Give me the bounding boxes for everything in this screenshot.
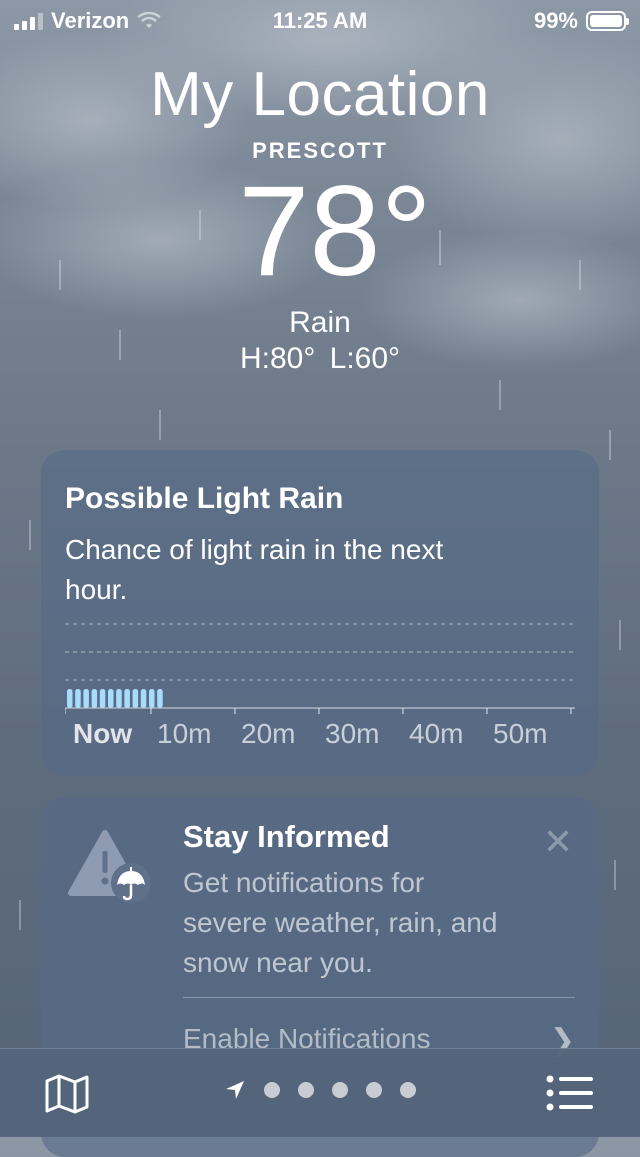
- time-label: 10m: [157, 718, 212, 749]
- time-label: 20m: [241, 718, 296, 749]
- page-dot[interactable]: [400, 1082, 416, 1098]
- notify-title: Stay Informed: [183, 819, 390, 854]
- rain-bar: [157, 689, 163, 708]
- rain-bar: [124, 689, 130, 708]
- rain-bar: [149, 689, 155, 708]
- rain-bar: [91, 689, 98, 708]
- location-arrow-icon: [226, 1081, 244, 1099]
- notify-description: Get notifications for severe weather, ra…: [183, 867, 498, 978]
- current-temperature: 78°: [238, 160, 432, 303]
- rain-bar: [116, 689, 122, 708]
- location-title: My Location: [150, 60, 490, 129]
- rain-bar: [132, 689, 139, 708]
- rain-bar: [108, 689, 114, 708]
- rain-bar: [99, 689, 106, 708]
- current-weather: My Location PRESCOTT 78° Rain H:80° L:60…: [0, 58, 640, 376]
- precip-description: Chance of light rain in the next hour.: [65, 534, 444, 605]
- status-right: 99%: [533, 8, 629, 34]
- precip-title: Possible Light Rain: [65, 482, 344, 515]
- bottom-toolbar: [0, 1048, 640, 1137]
- list-icon[interactable]: [546, 1075, 594, 1111]
- page-dot[interactable]: [298, 1082, 314, 1098]
- rain-bar: [83, 689, 89, 708]
- time-label: 40m: [409, 718, 464, 749]
- page-dot[interactable]: [264, 1082, 280, 1098]
- page-dot[interactable]: [366, 1082, 382, 1098]
- precipitation-chart: [65, 623, 575, 714]
- precipitation-card[interactable]: Possible Light Rain Chance of light rain…: [41, 450, 599, 776]
- time-axis: Now 10m 20m 30m 40m 50m: [65, 718, 585, 754]
- battery-icon: [586, 11, 629, 31]
- rain-bar: [67, 689, 73, 708]
- page-dot[interactable]: [332, 1082, 348, 1098]
- page-indicator[interactable]: [0, 1079, 640, 1101]
- rain-bar: [75, 689, 81, 708]
- weather-condition: Rain: [289, 306, 351, 339]
- divider: [183, 997, 575, 998]
- time-label: 30m: [325, 718, 380, 749]
- high-low-temps: H:80° L:60°: [239, 342, 401, 375]
- rain-bar: [140, 689, 147, 708]
- status-bar: Verizon 11:25 AM 99%: [0, 0, 640, 40]
- time-label: Now: [73, 718, 133, 749]
- warning-umbrella-icon: [68, 830, 151, 903]
- close-icon[interactable]: ✕: [543, 821, 573, 863]
- time-label: 50m: [493, 718, 548, 749]
- battery-percent: 99%: [533, 8, 578, 33]
